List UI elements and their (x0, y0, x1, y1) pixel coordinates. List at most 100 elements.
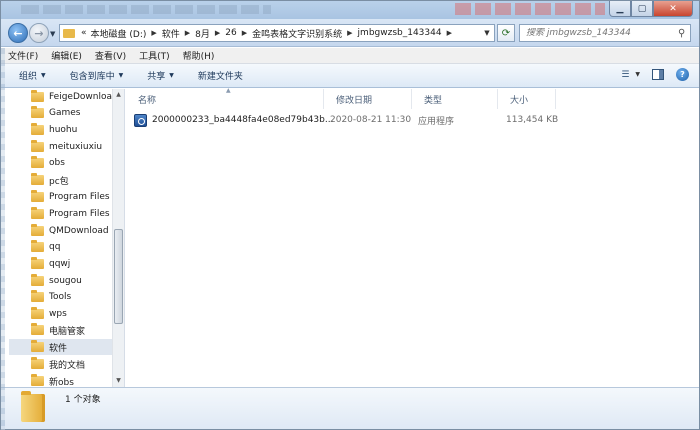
file-list: 名称 ▲ 修改日期 类型 大小 2000000233_ba4448fa4e08e… (126, 87, 699, 387)
tree-item-label: FeigeDownloa (49, 92, 112, 102)
refresh-button[interactable]: ⟳ (497, 24, 515, 42)
breadcrumb-26[interactable]: 26 (223, 28, 238, 38)
column-modified-label: 修改日期 (336, 95, 373, 106)
breadcrumb-current[interactable]: jmbgwzsb_143344 (356, 28, 444, 38)
folder-icon (31, 340, 44, 352)
tree-item-label: sougou (49, 276, 82, 286)
tree-item[interactable]: Program Files (31, 189, 113, 205)
search-icon[interactable]: ⚲ (678, 28, 685, 39)
recent-pages-dropdown[interactable]: ▼ (50, 30, 55, 38)
tree-item[interactable]: pc包 (31, 172, 113, 188)
maximize-button[interactable]: ▢ (631, 1, 653, 17)
tree-item[interactable]: obs (31, 155, 113, 171)
folder-icon (31, 156, 44, 168)
file-row[interactable]: 2000000233_ba4448fa4e08ed79b43b... (134, 111, 333, 129)
organize-label: 组织 (19, 72, 38, 82)
menu-help[interactable]: 帮助(H) (183, 49, 215, 62)
scroll-down-icon[interactable]: ▼ (113, 375, 124, 387)
tree-item-selected[interactable]: 软件 (9, 339, 113, 355)
tree-item-label: pc包 (49, 176, 69, 187)
tree-item-label: obs (49, 158, 65, 168)
menu-file[interactable]: 文件(F) (8, 49, 38, 62)
chevron-right-icon[interactable]: ▶ (444, 29, 455, 37)
include-in-library-button[interactable]: 包含到库中 ▼ (70, 69, 124, 82)
breadcrumb-overflow[interactable]: « (79, 28, 89, 38)
tree-item[interactable]: Games (31, 105, 113, 121)
chevron-right-icon[interactable]: ▶ (182, 29, 193, 37)
folder-icon (31, 173, 44, 185)
tree-item-label: 软件 (49, 343, 68, 354)
scroll-thumb[interactable] (114, 229, 123, 324)
tree-item-label: Program Files (49, 209, 110, 219)
tree-item-label: huohu (49, 125, 78, 135)
view-list-icon[interactable]: ☰ (619, 69, 631, 80)
column-name[interactable]: 名称 ▲ (126, 87, 324, 109)
folder-icon (31, 190, 44, 202)
tree-item[interactable]: Program Files (31, 206, 113, 222)
chevron-down-icon: ▼ (169, 72, 174, 79)
menu-edit[interactable]: 编辑(E) (51, 49, 82, 62)
tree-item[interactable]: huohu (31, 122, 113, 138)
application-icon (134, 113, 147, 127)
tree-item-label: wps (49, 309, 67, 319)
navigation-pane: FeigeDownloa Games huohu meituxiuxiu obs… (1, 89, 125, 387)
tree-item[interactable]: sougou (31, 273, 113, 289)
forward-button[interactable]: → (29, 23, 49, 43)
new-folder-label: 新建文件夹 (197, 72, 243, 82)
search-input[interactable] (526, 28, 676, 38)
address-bar[interactable]: « 本地磁盘 (D:) ▶ 软件 ▶ 8月 ▶ 26 ▶ 金鸣表格文字识别系统 … (59, 24, 495, 42)
tree-item[interactable]: FeigeDownloa (31, 89, 113, 105)
nav-scrollbar[interactable]: ▲ ▼ (112, 89, 124, 387)
chevron-right-icon[interactable]: ▶ (212, 29, 223, 37)
folder-icon (31, 357, 44, 369)
share-button[interactable]: 共享 ▼ (147, 69, 174, 82)
search-box[interactable]: ⚲ (519, 24, 691, 42)
chevron-down-icon[interactable]: ▼ (635, 71, 640, 78)
tree-item[interactable]: 我的文档 (31, 356, 113, 372)
column-type[interactable]: 类型 (412, 89, 498, 109)
organize-button[interactable]: 组织 ▼ (19, 69, 46, 82)
tree-item[interactable]: QMDownload (31, 223, 113, 239)
item-count: 1 个对象 (65, 395, 101, 405)
tree-item-label: Games (49, 108, 81, 118)
tree-item[interactable]: Tools (31, 289, 113, 305)
explorer-window: ▁ ▢ ✕ ← → ▼ « 本地磁盘 (D:) ▶ 软件 ▶ 8月 ▶ 26 ▶… (0, 0, 700, 430)
column-modified[interactable]: 修改日期 (324, 89, 412, 109)
folder-icon (31, 374, 44, 386)
chevron-right-icon[interactable]: ▶ (148, 29, 159, 37)
arrow-right-icon: → (34, 26, 44, 40)
folder-icon (31, 307, 44, 319)
back-button[interactable]: ← (8, 23, 28, 43)
tree-item[interactable]: qq (31, 239, 113, 255)
tree-item[interactable]: meituxiuxiu (31, 139, 113, 155)
menu-view[interactable]: 查看(V) (95, 49, 126, 62)
folder-icon (31, 274, 44, 286)
help-icon[interactable]: ? (676, 68, 689, 81)
tree-item[interactable]: 新obs (31, 373, 113, 387)
view-controls: ☰ ▼ ? (607, 68, 689, 81)
tree-item-label: meituxiuxiu (49, 142, 103, 152)
chevron-right-icon[interactable]: ▶ (239, 29, 250, 37)
folder-icon (31, 123, 44, 135)
folder-icon (31, 290, 44, 302)
tree-item-label: 我的文档 (49, 360, 86, 371)
refresh-icon: ⟳ (501, 27, 511, 39)
preview-pane-icon[interactable] (652, 69, 664, 80)
tree-item[interactable]: qqwj (31, 256, 113, 272)
tree-item[interactable]: wps (31, 306, 113, 322)
breadcrumb-drive[interactable]: 本地磁盘 (D:) (89, 27, 149, 40)
tree-item[interactable]: 电脑管家 (31, 322, 113, 338)
tree-item-label: Program Files (49, 192, 110, 202)
chevron-right-icon[interactable]: ▶ (344, 29, 355, 37)
column-size[interactable]: 大小 (498, 89, 556, 109)
scroll-up-icon[interactable]: ▲ (113, 89, 124, 101)
folder-icon (31, 224, 44, 236)
new-folder-button[interactable]: 新建文件夹 (198, 69, 243, 82)
menu-tools[interactable]: 工具(T) (139, 49, 170, 62)
address-history-dropdown[interactable]: ▼ (480, 29, 494, 37)
close-button[interactable]: ✕ (653, 1, 693, 17)
breadcrumb-app-folder[interactable]: 金鸣表格文字识别系统 (250, 27, 344, 40)
breadcrumb-august[interactable]: 8月 (193, 27, 212, 40)
breadcrumb-software[interactable]: 软件 (160, 27, 182, 40)
minimize-button[interactable]: ▁ (609, 1, 631, 17)
